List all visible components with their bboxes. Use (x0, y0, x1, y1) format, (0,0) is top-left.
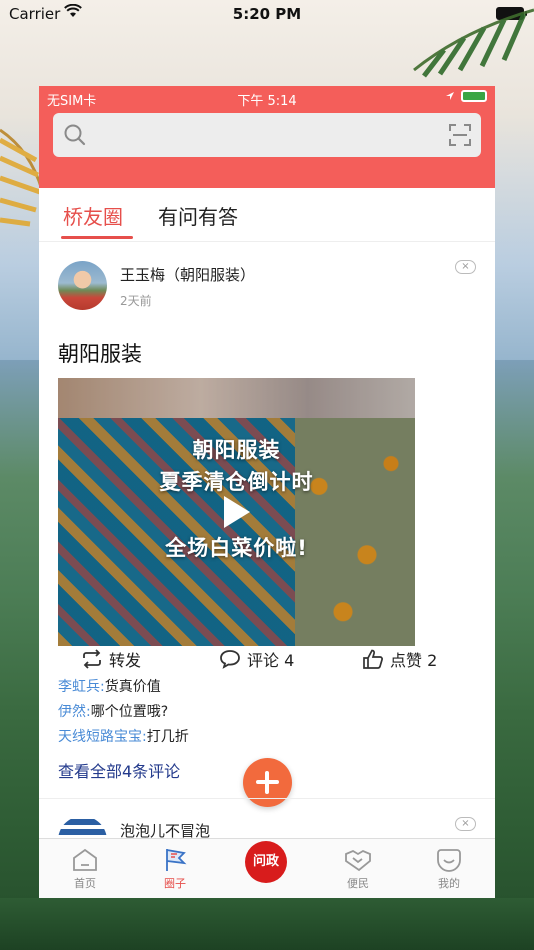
video-caption: 夏季清仓倒计时 (159, 470, 314, 494)
search-header (39, 110, 495, 188)
palm-leaf-decoration (413, 8, 534, 78)
search-input[interactable] (53, 113, 481, 157)
comment-author[interactable]: 李虹兵: (58, 679, 105, 695)
tab-qa[interactable]: 有问有答 (158, 201, 238, 230)
share-button[interactable]: 转发 (81, 647, 141, 671)
comment-item[interactable]: 李虹兵:货真价值 (58, 675, 189, 700)
ask-gov-logo: 问政 (245, 841, 287, 883)
video-thumbnail[interactable]: 朝阳服装 夏季清仓倒计时 全场白菜价啦! (58, 378, 415, 646)
comment-text: 打几折 (146, 729, 189, 745)
comment-item[interactable]: 天线短路宝宝:打几折 (58, 725, 189, 750)
comment-button[interactable]: 评论 4 (219, 647, 294, 671)
location-icon (446, 92, 454, 100)
tab-convenience[interactable]: 便民 (323, 845, 393, 891)
smile-icon (437, 849, 461, 872)
post-title: 朝阳服装 (58, 342, 142, 366)
background-scenery (0, 898, 534, 950)
view-all-comments-link[interactable]: 查看全部4条评论 (58, 758, 180, 782)
avatar[interactable] (58, 261, 107, 310)
handshake-icon (345, 849, 371, 872)
close-icon[interactable]: × (455, 260, 476, 274)
thumbs-up-icon (363, 649, 383, 669)
close-icon[interactable]: × (455, 817, 476, 831)
home-icon (73, 848, 97, 871)
active-tab-indicator (61, 236, 133, 239)
comment-text: 哪个位置哦? (90, 704, 169, 720)
comment-author[interactable]: 伊然: (58, 704, 91, 720)
post-actions: 转发 评论 4 点赞 2 (39, 641, 495, 677)
content-tabs: 桥友圈 有问有答 (39, 188, 495, 242)
comment-list: 李虹兵:货真价值 伊然:哪个位置哦? 天线短路宝宝:打几折 (58, 675, 189, 750)
tab-circle[interactable]: 圈子 (140, 845, 210, 891)
tab-label: 便民 (347, 877, 369, 890)
comment-item[interactable]: 伊然:哪个位置哦? (58, 700, 189, 725)
tab-qiaoyouquan[interactable]: 桥友圈 (63, 201, 123, 230)
add-post-button[interactable] (243, 758, 292, 807)
app-status-time: 下午 5:14 (237, 94, 297, 109)
comment-label: 评论 4 (247, 651, 295, 670)
tab-label: 首页 (74, 877, 96, 890)
background-scenery (494, 360, 534, 950)
palm-leaf-decoration (0, 128, 44, 227)
share-label: 转发 (109, 651, 142, 670)
tab-home[interactable]: 首页 (50, 845, 120, 891)
like-label: 点赞 2 (390, 651, 438, 670)
post-divider (39, 798, 495, 799)
like-button[interactable]: 点赞 2 (362, 647, 437, 671)
repost-icon (83, 649, 101, 669)
comment-author[interactable]: 天线短路宝宝: (58, 729, 147, 745)
search-icon (63, 123, 87, 151)
comment-text: 货真价值 (104, 679, 161, 695)
comment-icon (220, 650, 240, 669)
scan-qr-icon[interactable] (449, 124, 471, 150)
feed-post: 王玉梅（朝阳服装） 2天前 × 朝阳服装 朝阳服装 夏季清仓倒计时 全场白菜价啦… (39, 242, 495, 842)
tab-ask-gov[interactable]: 问政 (231, 841, 301, 883)
post-author[interactable]: 王玉梅（朝阳服装） (120, 264, 255, 285)
battery-icon (461, 90, 487, 102)
flag-icon (166, 849, 187, 871)
bottom-tab-bar: 首页 圈子 问政 便民 我的 (39, 838, 495, 898)
background-scenery (0, 360, 40, 950)
tab-label: 我的 (438, 877, 460, 890)
tab-mine[interactable]: 我的 (414, 845, 484, 891)
video-caption: 全场白菜价啦! (165, 536, 308, 560)
app-status-bar: 无SIM卡 下午 5:14 (39, 86, 495, 110)
tab-label: 圈子 (164, 877, 186, 890)
play-icon[interactable] (222, 494, 252, 534)
post-time: 2天前 (120, 294, 152, 308)
app-screen: 无SIM卡 下午 5:14 桥友圈 有问有答 王玉梅（朝阳服装） 2天前 × 朝… (39, 86, 495, 898)
video-caption: 朝阳服装 (192, 438, 281, 462)
